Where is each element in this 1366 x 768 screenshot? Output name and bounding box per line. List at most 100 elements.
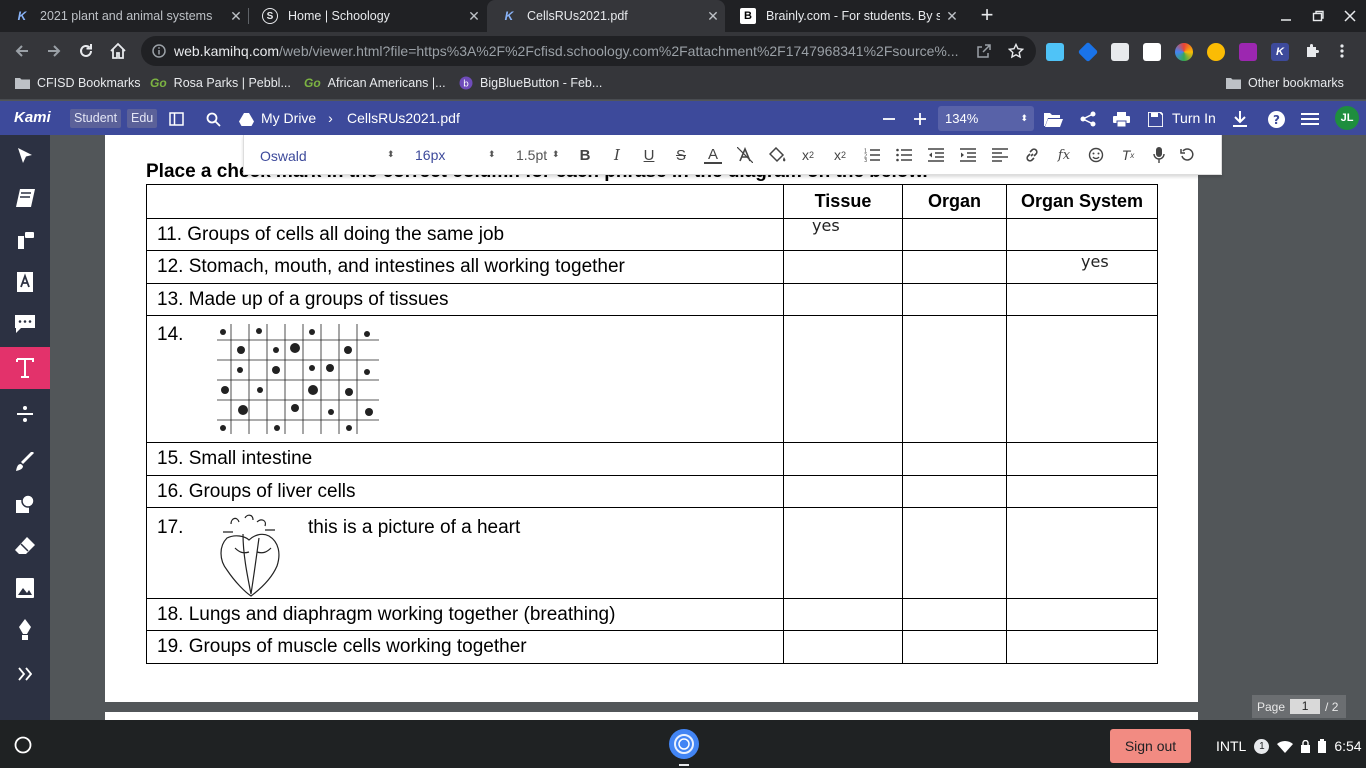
typed-answer[interactable]: yes: [812, 216, 840, 235]
tissue-cell[interactable]: [783, 630, 903, 664]
organ-system-cell[interactable]: [1006, 507, 1158, 599]
strikethrough-icon[interactable]: S: [672, 146, 690, 164]
other-bookmarks[interactable]: Other bookmarks: [1226, 76, 1344, 90]
person-extension-icon[interactable]: [1111, 43, 1129, 61]
organ-system-cell[interactable]: [1006, 315, 1158, 443]
tissue-cell[interactable]: [783, 598, 903, 631]
home-icon[interactable]: [106, 39, 130, 63]
turn-in-button[interactable]: Turn In: [1172, 110, 1216, 126]
bookmark-star-icon[interactable]: [1004, 39, 1028, 63]
fill-color-icon[interactable]: [769, 146, 787, 164]
tissue-cell[interactable]: [783, 507, 903, 599]
text-to-speech-button[interactable]: [0, 219, 50, 261]
pdf-extension-icon[interactable]: [1239, 43, 1257, 61]
speed-extension-icon[interactable]: [1207, 43, 1225, 61]
document-title[interactable]: CellsRUs2021.pdf: [347, 110, 460, 126]
border-width-select[interactable]: 1.5pt: [516, 147, 547, 163]
organ-system-cell[interactable]: [1006, 283, 1158, 316]
share-icon[interactable]: [1078, 109, 1098, 129]
tissue-cell[interactable]: [783, 315, 903, 443]
tissue-cell[interactable]: [783, 442, 903, 476]
kami-extension-icon[interactable]: K: [1271, 43, 1289, 61]
tissue-cell[interactable]: [783, 250, 903, 284]
heart-note[interactable]: this is a picture of a heart: [308, 517, 520, 539]
download-icon[interactable]: [1230, 109, 1250, 129]
zoom-select[interactable]: 134% ⬍: [938, 106, 1034, 131]
shapes-tool-button[interactable]: [0, 483, 50, 525]
notification-badge[interactable]: 1: [1254, 738, 1270, 754]
bookmark-cfisd[interactable]: CFISD Bookmarks: [15, 76, 141, 90]
tab-plant-animal[interactable]: K 2021 plant and animal systems ✕: [0, 0, 248, 32]
underline-icon[interactable]: U: [640, 146, 658, 164]
font-size-select[interactable]: 16px: [415, 147, 445, 163]
tab-cellsrus[interactable]: K CellsRUs2021.pdf ✕: [487, 0, 725, 32]
tab-brainly[interactable]: B Brainly.com - For students. By st ✕: [726, 0, 964, 32]
drive-breadcrumb[interactable]: My Drive ›: [261, 110, 333, 126]
bookmark-rosa-parks[interactable]: Go Rosa Parks | Pebbl...: [150, 76, 291, 90]
open-folder-icon[interactable]: [1043, 109, 1063, 129]
text-tool-button[interactable]: [0, 347, 50, 389]
tissue-cell[interactable]: yes: [783, 216, 903, 251]
extensions-puzzle-icon[interactable]: [1300, 39, 1324, 63]
comment-tool-button[interactable]: [0, 303, 50, 345]
info-icon[interactable]: [152, 44, 166, 58]
new-tab-button[interactable]: +: [974, 4, 1000, 28]
cloud-extension-icon[interactable]: [1046, 43, 1064, 61]
bullet-list-icon[interactable]: [895, 146, 913, 164]
drawing-tool-button[interactable]: [0, 441, 50, 483]
organ-cell[interactable]: [902, 598, 1007, 631]
reset-icon[interactable]: [1178, 146, 1196, 164]
link-icon[interactable]: [1023, 146, 1041, 164]
organ-system-cell[interactable]: [1006, 475, 1158, 508]
organ-system-cell[interactable]: [1006, 442, 1158, 476]
open-in-new-icon[interactable]: [972, 39, 996, 63]
hamburger-menu-icon[interactable]: [1300, 109, 1320, 129]
search-icon[interactable]: [203, 109, 223, 129]
back-icon[interactable]: [10, 39, 34, 63]
bookmark-african-americans[interactable]: Go African Americans |...: [304, 76, 446, 90]
status-tray[interactable]: INTL 1 6:54: [1206, 729, 1366, 763]
clear-format-icon[interactable]: Tx: [1119, 146, 1137, 164]
restore-icon[interactable]: [1302, 0, 1334, 32]
chrome-app-icon[interactable]: [668, 728, 700, 765]
expand-rail-button[interactable]: [0, 653, 50, 695]
organ-cell[interactable]: [902, 315, 1007, 443]
tab-schoology[interactable]: S Home | Schoology ✕: [248, 0, 486, 32]
select-tool-button[interactable]: [0, 135, 50, 177]
zoom-out-icon[interactable]: [879, 109, 899, 129]
print-icon[interactable]: [1111, 109, 1131, 129]
sign-out-button[interactable]: Sign out: [1110, 729, 1191, 763]
organ-cell[interactable]: [902, 507, 1007, 599]
ime-indicator[interactable]: INTL: [1216, 738, 1246, 754]
close-tab-icon[interactable]: ✕: [224, 8, 248, 25]
text-highlight-icon[interactable]: [736, 146, 754, 164]
signature-tool-button[interactable]: [0, 609, 50, 651]
zoom-in-icon[interactable]: [910, 109, 930, 129]
formula-icon[interactable]: fx: [1055, 146, 1073, 164]
outdent-icon[interactable]: [927, 146, 945, 164]
close-tab-icon[interactable]: ✕: [940, 8, 964, 25]
typed-answer[interactable]: yes: [1081, 252, 1109, 271]
numbered-list-icon[interactable]: 123: [863, 146, 881, 164]
align-left-icon[interactable]: [991, 146, 1009, 164]
page-number-input[interactable]: 1: [1290, 699, 1321, 714]
organ-cell[interactable]: [902, 283, 1007, 316]
italic-icon[interactable]: I: [608, 146, 626, 164]
a-extension-icon[interactable]: [1143, 43, 1161, 61]
equation-tool-button[interactable]: [0, 393, 50, 435]
font-family-select[interactable]: Oswald: [260, 148, 307, 164]
pdf-page[interactable]: Place a check mark in the correct column…: [105, 135, 1198, 702]
text-color-icon[interactable]: A: [704, 146, 722, 164]
organ-system-cell[interactable]: yes: [1006, 250, 1158, 284]
bold-icon[interactable]: B: [576, 146, 594, 164]
reload-icon[interactable]: [74, 39, 98, 63]
menu-kebab-icon[interactable]: [1330, 39, 1354, 63]
emoji-icon[interactable]: [1087, 146, 1105, 164]
tissue-cell[interactable]: [783, 283, 903, 316]
sidebar-toggle-icon[interactable]: [166, 109, 186, 129]
save-icon[interactable]: [1145, 109, 1165, 129]
help-icon[interactable]: ?: [1266, 109, 1286, 129]
tissue-cell[interactable]: [783, 475, 903, 508]
organ-cell[interactable]: [902, 218, 1007, 251]
organ-cell[interactable]: [902, 475, 1007, 508]
